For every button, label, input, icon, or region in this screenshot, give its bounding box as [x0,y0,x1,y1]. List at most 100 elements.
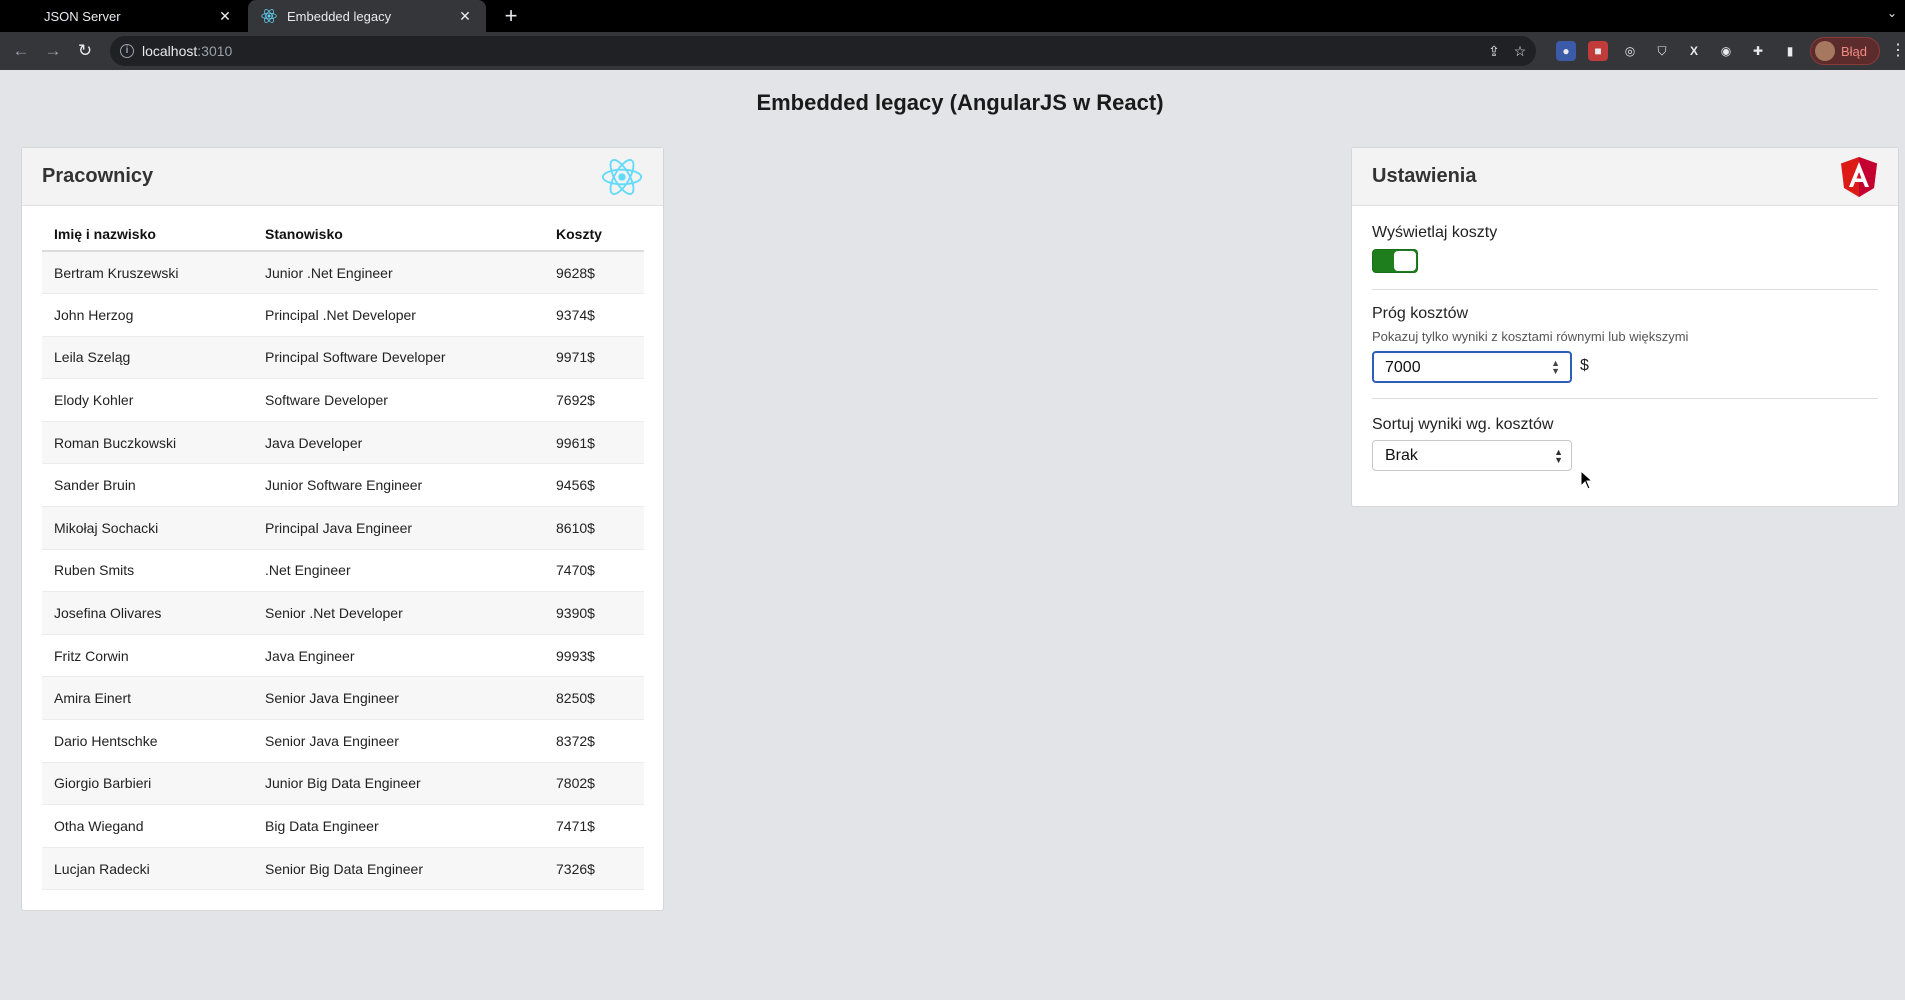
cell-name: Amira Einert [42,676,253,721]
table-row: Bertram Kruszewski Junior .Net Engineer 96… [42,251,644,295]
show-costs-label: Wyświetlaj koszty [1372,224,1498,241]
table-row: Ruben Smits .Net Engineer 7470$ [42,549,644,593]
cell-name: Bertram Kruszewski [42,251,253,295]
react-logo-icon [601,159,643,195]
employees-table: Imię i nazwisko Stanowisko Koszty Bertra… [42,224,644,891]
cell-position: Senior Java Engineer [253,719,544,763]
avatar [1815,41,1835,61]
cell-costs: 7326$ [544,847,644,891]
mouse-cursor-icon [1580,470,1594,490]
cell-position: Senior Big Data Engineer [253,847,544,891]
cell-position: Junior Big Data Engineer [253,762,544,806]
cell-costs: 8610$ [544,506,644,550]
cell-name: Mikołaj Sochacki [42,506,253,550]
table-row: Amira Einert Senior Java Engineer 8250$ [42,676,644,721]
cell-position: Java Developer [253,421,544,465]
tab-json-server[interactable]: JSON Server ✕ [0,0,246,32]
cell-name: Leila Szeląg [42,336,253,380]
cell-position: Big Data Engineer [253,804,544,848]
cell-costs: 7802$ [544,762,644,806]
cell-costs: 8372$ [544,719,644,763]
extension-x-icon[interactable]: X [1684,41,1704,61]
new-tab-icon[interactable]: + [498,3,524,29]
cell-position: Java Engineer [253,634,544,678]
cell-costs: 9628$ [544,251,644,295]
cell-position: Software Developer [253,378,544,422]
extension-icon[interactable]: ■ [1588,41,1608,61]
back-arrow-icon[interactable]: ← [10,40,32,62]
page-title: Embedded legacy (AngularJS w React) [756,90,1164,115]
column-header-position[interactable]: Stanowisko [253,224,544,252]
cell-name: Roman Buczkowski [42,421,253,465]
threshold-unit: $ [1580,357,1589,374]
reload-icon[interactable]: ↻ [74,40,96,62]
table-row: Sander Bruin Junior Software Engineer 9456… [42,463,644,508]
cell-costs: 7470$ [544,549,644,593]
cell-costs: 8250$ [544,676,644,721]
divider [1372,398,1878,399]
table-header-row: Imię i nazwisko Stanowisko Koszty [42,224,644,252]
cell-position: Principal .Net Developer [253,293,544,337]
tab-embedded-legacy[interactable]: Embedded legacy ✕ [248,0,486,32]
side-panel-icon[interactable]: ▮ [1780,41,1800,61]
close-tab-icon[interactable]: ✕ [216,7,234,25]
cell-name: John Herzog [42,293,253,337]
cell-name: Fritz Corwin [42,634,253,678]
profile-button[interactable]: Błąd [1810,37,1880,65]
extension-icon[interactable]: ◎ [1620,41,1640,61]
extensions-puzzle-icon[interactable]: ✚ [1748,41,1768,61]
cell-name: Otha Wiegand [42,804,253,848]
table-row: Elody Kohler Software Developer 7692$ [42,378,644,422]
cell-name: Dario Hentschke [42,719,253,763]
site-info-icon[interactable]: i [120,44,134,58]
column-header-name[interactable]: Imię i nazwisko [42,224,253,252]
share-icon[interactable]: ⇪ [1484,41,1504,61]
toggle-knob [1394,251,1416,271]
sort-select[interactable]: Brak ▲ ▼ [1372,440,1572,471]
settings-card: Ustawienia Wyświetlaj koszty Próg kosztó… [1351,147,1899,507]
react-favicon-icon [261,8,277,24]
cell-position: Junior .Net Engineer [253,251,544,295]
extension-shield-icon[interactable]: ⛉ [1652,41,1672,61]
url-host: localhost [142,43,198,59]
table-row: Dario Hentschke Senior Java Engineer 8372$ [42,719,644,763]
cell-name: Giorgio Barbieri [42,762,253,806]
close-tab-icon[interactable]: ✕ [456,7,474,25]
cell-position: Principal Java Engineer [253,506,544,550]
tab-title: Embedded legacy [287,8,392,24]
browser-toolbar: ← → ↻ i localhost:3010 ⇪ ☆ ● ■ ◎ ⛉ X ◉ ✚… [0,32,1905,70]
threshold-label: Próg kosztów [1372,305,1469,322]
extension-eyes-icon[interactable]: ◉ [1716,41,1736,61]
cell-name: Sander Bruin [42,463,253,508]
table-row: Giorgio Barbieri Junior Big Data Engineer… [42,762,644,806]
show-costs-toggle[interactable] [1372,249,1418,273]
cell-name: Elody Kohler [42,378,253,422]
bookmark-star-icon[interactable]: ☆ [1510,41,1530,61]
browser-menu-icon[interactable]: ⋮ [1890,41,1905,61]
employees-card: Pracownicy Imię i nazwisko Stanowisko Ko… [21,147,664,911]
employees-card-title: Pracownicy [42,165,154,187]
threshold-input[interactable]: 7000 ▲ ▼ [1372,351,1572,383]
address-bar[interactable]: i localhost:3010 ⇪ ☆ [110,36,1536,66]
extension-icon[interactable]: ● [1556,41,1576,61]
tab-search-chevron-icon[interactable]: ⌄ [1887,6,1897,20]
cell-costs: 9971$ [544,336,644,380]
cell-costs: 9993$ [544,634,644,678]
table-row: Fritz Corwin Java Engineer 9993$ [42,634,644,678]
number-spinner-icon[interactable]: ▲ ▼ [1551,359,1560,376]
forward-arrow-icon[interactable]: → [42,40,64,62]
cell-position: Principal Software Developer [253,336,544,380]
settings-card-header: Ustawienia [1352,148,1898,206]
table-row: John Herzog Principal .Net Developer 9374$ [42,293,644,337]
column-header-costs[interactable]: Koszty [544,224,644,252]
threshold-hint: Pokazuj tylko wyniki z kosztami równymi … [1372,329,1689,344]
cell-position: Junior Software Engineer [253,463,544,508]
cell-costs: 7471$ [544,804,644,848]
table-row: Mikołaj Sochacki Principal Java Engineer 8… [42,506,644,550]
sort-select-value: Brak [1385,447,1418,464]
cell-position: Senior .Net Developer [253,591,544,635]
cell-costs: 9456$ [544,463,644,508]
select-arrows-icon: ▲ ▼ [1554,447,1563,465]
url-port: :3010 [197,43,233,59]
url-text[interactable]: localhost:3010 [142,43,232,59]
